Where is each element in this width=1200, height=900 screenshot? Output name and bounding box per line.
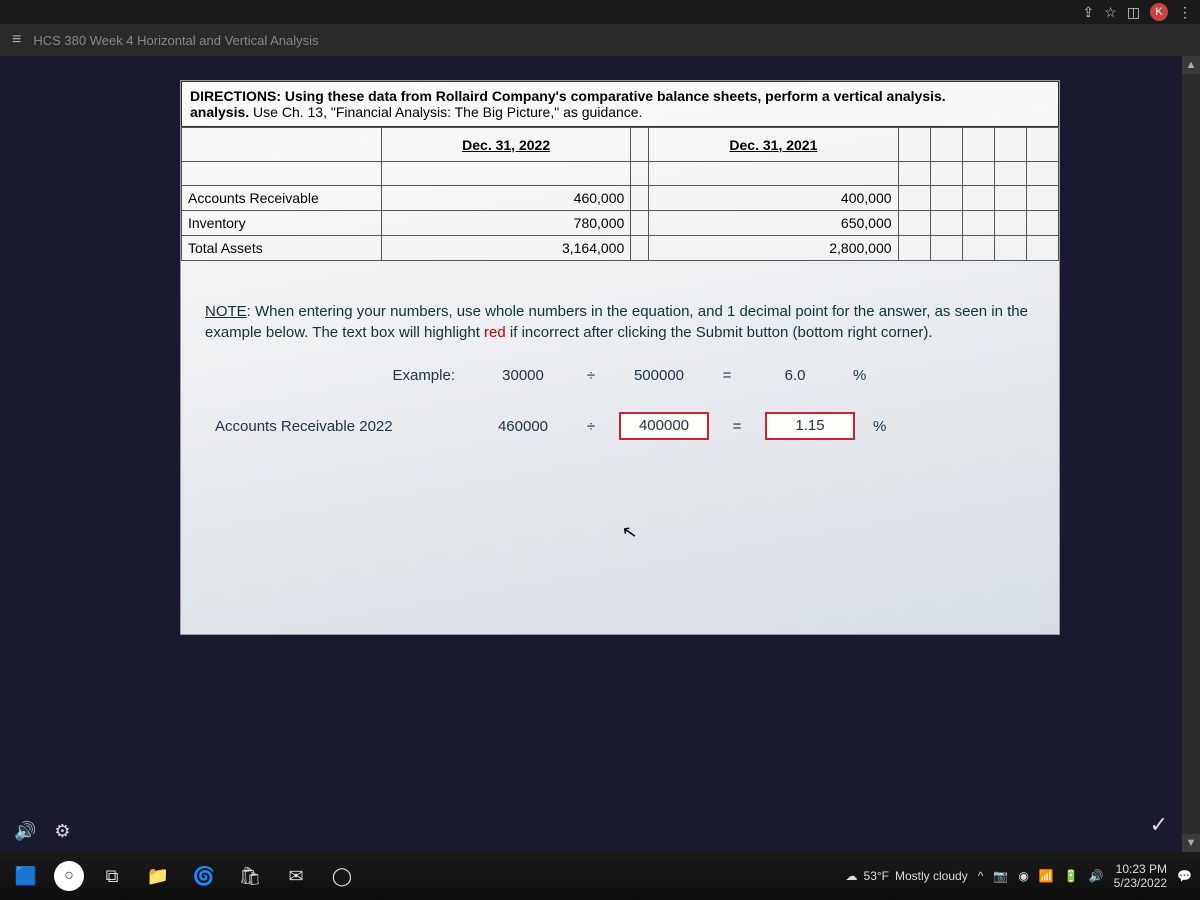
- browser-chrome-top: ⇪ ☆ ◫ K ⋮: [0, 0, 1200, 24]
- directions-block: DIRECTIONS: Using these data from Rollai…: [181, 81, 1059, 127]
- directions-line2: Use Ch. 13, "Financial Analysis: The Big…: [249, 104, 642, 120]
- row-val-2022: 460,000: [382, 186, 631, 211]
- row-val-2021: 400,000: [649, 186, 898, 211]
- example-a: 30000: [483, 367, 563, 384]
- note-prefix: NOTE: [205, 303, 247, 320]
- note-block: NOTE: When entering your numbers, use wh…: [181, 261, 1059, 353]
- equals-symbol: =: [727, 418, 747, 435]
- date-text: 5/23/2022: [1114, 876, 1167, 890]
- row-label: Total Assets: [182, 236, 382, 261]
- document-viewer: DIRECTIONS: Using these data from Rollai…: [0, 56, 1182, 852]
- example-label: Example:: [205, 367, 465, 384]
- col-header-2021: Dec. 31, 2021: [649, 128, 898, 162]
- ar-label: Accounts Receivable 2022: [205, 418, 465, 435]
- divide-symbol: ÷: [581, 367, 601, 384]
- percent-symbol: %: [873, 418, 897, 435]
- mail-icon[interactable]: ✉: [278, 858, 314, 894]
- app-icon[interactable]: 🟦: [8, 858, 44, 894]
- example-answer: 6.0: [755, 367, 835, 384]
- table-row: Total Assets 3,164,000 2,800,000: [182, 236, 1059, 261]
- kebab-menu-icon[interactable]: ⋮: [1178, 4, 1192, 21]
- table-row: Accounts Receivable 460,000 400,000: [182, 186, 1059, 211]
- chevron-up-icon[interactable]: ^: [978, 869, 984, 883]
- row-val-2022: 780,000: [382, 211, 631, 236]
- chrome-icon[interactable]: ◯: [324, 858, 360, 894]
- store-icon[interactable]: 🛍: [232, 858, 268, 894]
- avatar[interactable]: K: [1150, 3, 1168, 21]
- weather-widget[interactable]: ☁ 53°F Mostly cloudy: [846, 869, 968, 883]
- example-row: Example: 30000 ÷ 500000 = 6.0 %: [181, 353, 1059, 398]
- directions-label: DIRECTIONS:: [190, 88, 281, 104]
- equals-symbol: =: [717, 367, 737, 384]
- directions-line2a: analysis.: [190, 104, 249, 120]
- directions-line1: Using these data from Rollaird Company's…: [281, 88, 946, 104]
- edge-icon[interactable]: 🌀: [186, 858, 222, 894]
- search-icon[interactable]: ○: [54, 861, 84, 891]
- document-whitespace: [181, 454, 1059, 634]
- extension-icon[interactable]: ◫: [1127, 4, 1140, 21]
- viewer-controls: 🔊 ⚙: [14, 821, 71, 842]
- scroll-down-icon[interactable]: ▼: [1182, 834, 1200, 852]
- percent-symbol: %: [853, 367, 877, 384]
- example-b: 500000: [619, 367, 699, 384]
- weather-text: Mostly cloudy: [895, 869, 968, 883]
- row-val-2021: 650,000: [649, 211, 898, 236]
- row-label: Inventory: [182, 211, 382, 236]
- battery-icon[interactable]: 🔋: [1064, 869, 1079, 883]
- clock[interactable]: 10:23 PM 5/23/2022: [1114, 862, 1167, 891]
- task-view-icon[interactable]: ⧉: [94, 858, 130, 894]
- row-label: Accounts Receivable: [182, 186, 382, 211]
- document-title-bar: ≡ HCS 380 Week 4 Horizontal and Vertical…: [0, 24, 1200, 56]
- meet-now-icon[interactable]: 📷: [993, 869, 1008, 883]
- time-text: 10:23 PM: [1114, 862, 1167, 876]
- ar-answer-input[interactable]: 1.15: [765, 412, 855, 440]
- weather-icon: ☁: [846, 869, 858, 883]
- ar-b-input[interactable]: 400000: [619, 412, 709, 440]
- audio-icon[interactable]: 🔊: [14, 821, 36, 842]
- notifications-icon[interactable]: 💬: [1177, 869, 1192, 883]
- ar-a: 460000: [483, 418, 563, 435]
- note-body2: if incorrect after clicking the Submit b…: [506, 324, 933, 341]
- hamburger-icon[interactable]: ≡: [12, 31, 21, 49]
- row-val-2021: 2,800,000: [649, 236, 898, 261]
- star-icon[interactable]: ☆: [1104, 4, 1117, 21]
- weather-temp: 53°F: [864, 869, 889, 883]
- document-title: HCS 380 Week 4 Horizontal and Vertical A…: [33, 33, 318, 48]
- location-icon[interactable]: ◉: [1018, 869, 1028, 883]
- windows-taskbar: 🟦 ○ ⧉ 📁 🌀 🛍 ✉ ◯ ☁ 53°F Mostly cloudy ^ 📷…: [0, 852, 1200, 900]
- balance-sheet-table: Dec. 31, 2022 Dec. 31, 2021 Accounts Rec…: [181, 127, 1059, 261]
- divide-symbol: ÷: [581, 418, 601, 435]
- scroll-up-icon[interactable]: ▲: [1182, 56, 1200, 74]
- gear-icon[interactable]: ⚙: [54, 821, 70, 842]
- vertical-scrollbar[interactable]: ▲ ▼: [1182, 56, 1200, 852]
- submit-check-icon[interactable]: ✓: [1150, 812, 1168, 838]
- row-val-2022: 3,164,000: [382, 236, 631, 261]
- col-header-2022: Dec. 31, 2022: [382, 128, 631, 162]
- note-red: red: [484, 324, 506, 341]
- volume-icon[interactable]: 🔊: [1089, 869, 1104, 883]
- table-row: Inventory 780,000 650,000: [182, 211, 1059, 236]
- share-icon[interactable]: ⇪: [1082, 4, 1094, 21]
- accounts-receivable-row: Accounts Receivable 2022 460000 ÷ 400000…: [181, 398, 1059, 454]
- file-explorer-icon[interactable]: 📁: [140, 858, 176, 894]
- document-page: DIRECTIONS: Using these data from Rollai…: [180, 80, 1060, 635]
- wifi-icon[interactable]: 📶: [1039, 869, 1054, 883]
